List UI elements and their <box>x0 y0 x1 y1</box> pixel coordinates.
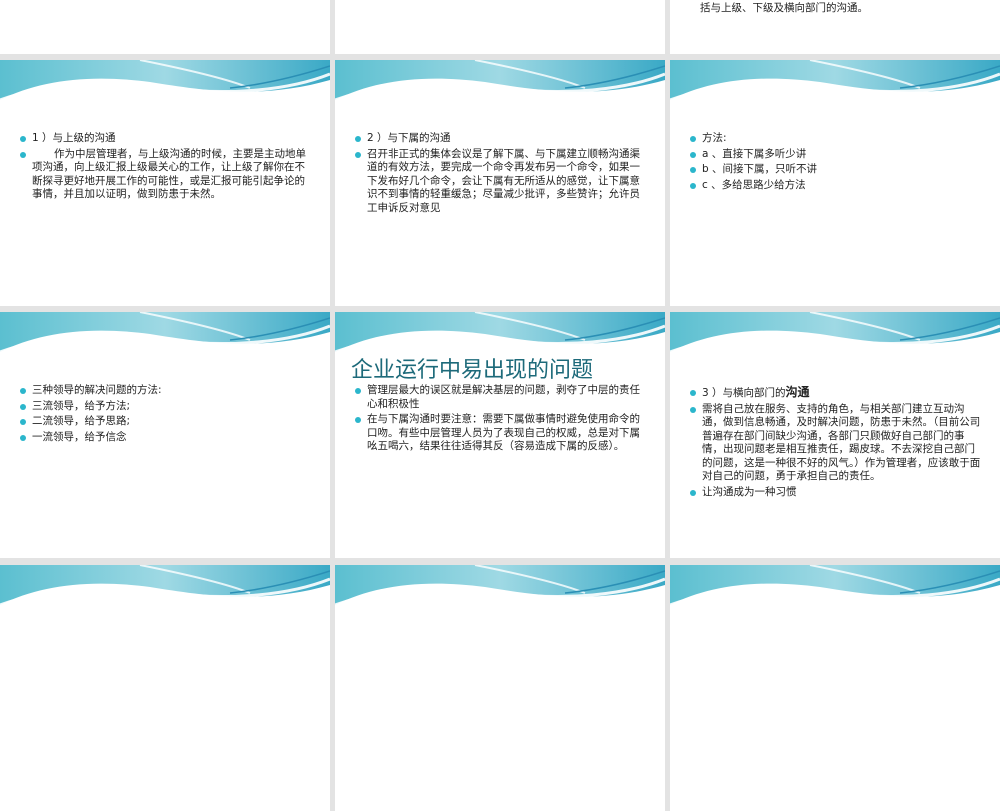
slide-thumbnail-9[interactable]: 3 ）与横向部门的沟通 需将自己放在服务、支持的角色，与相关部门建立互动沟通，做… <box>670 312 1000 558</box>
bullet: 3 ）与横向部门的沟通 <box>690 385 982 401</box>
bullet: c 、多给思路少给方法 <box>690 179 982 193</box>
bullet: 管理层最大的误区就是解决基层的问题，剥夺了中层的责任心和积极性 <box>355 384 647 411</box>
bullet: b 、间接下属，只听不讲 <box>690 163 982 177</box>
wave-decoration <box>0 312 330 372</box>
bullet-bold-text: 沟通 <box>785 385 810 399</box>
bullet: 三流领导，给予方法; <box>20 400 312 414</box>
slide-thumbnail-3[interactable]: 括与上级、下级及横向部门的沟通。 <box>670 0 1000 54</box>
wave-decoration <box>335 565 665 625</box>
bullet: 二流领导，给予思路; <box>20 415 312 429</box>
slide-thumbnail-1[interactable] <box>0 0 330 54</box>
slide-thumbnail-4[interactable]: 1 ）与上级的沟通 作为中层管理者，与上级沟通的时候，主要是主动地单项沟通，向上… <box>0 60 330 306</box>
slide-thumbnail-7[interactable]: 三种领导的解决问题的方法: 三流领导，给予方法; 二流领导，给予思路; 一流领导… <box>0 312 330 558</box>
slide-thumbnail-5[interactable]: 2 ）与下属的沟通 召开非正式的集体会议是了解下属、与下属建立顺畅沟通渠道的有效… <box>335 60 665 306</box>
bullet: 作为中层管理者，与上级沟通的时候，主要是主动地单项沟通，向上级汇报上级最关心的工… <box>20 148 312 202</box>
bullet: 一流领导，给予信念 <box>20 431 312 445</box>
wave-decoration <box>670 312 1000 372</box>
wave-decoration <box>670 60 1000 120</box>
bullet: 1 ）与上级的沟通 <box>20 132 312 146</box>
slide-thumbnail-12[interactable] <box>670 565 1000 811</box>
slide-title: 企业运行中易出现的问题 <box>351 358 594 383</box>
bullet-text: 作为中层管理者，与上级沟通的时候，主要是主动地单项沟通，向上级汇报上级最关心的工… <box>32 147 306 201</box>
slide-text: 括与上级、下级及横向部门的沟通。 <box>700 2 868 14</box>
slide-thumbnail-2[interactable] <box>335 0 665 54</box>
slide-thumbnail-6[interactable]: 方法: a 、直接下属多听少讲 b 、间接下属，只听不讲 c 、多给思路少给方法 <box>670 60 1000 306</box>
wave-decoration <box>670 565 1000 625</box>
wave-decoration <box>335 60 665 120</box>
bullet: 三种领导的解决问题的方法: <box>20 384 312 398</box>
slide-thumbnail-8[interactable]: 企业运行中易出现的问题 管理层最大的误区就是解决基层的问题，剥夺了中层的责任心和… <box>335 312 665 558</box>
bullet-text: 3 ）与横向部门的 <box>702 387 786 399</box>
bullet: a 、直接下属多听少讲 <box>690 148 982 162</box>
bullet: 方法: <box>690 132 982 146</box>
bullet: 需将自己放在服务、支持的角色，与相关部门建立互动沟通，做到信息畅通，及时解决问题… <box>690 403 982 484</box>
wave-decoration <box>0 60 330 120</box>
slide-thumbnail-11[interactable] <box>335 565 665 811</box>
bullet: 在与下属沟通时要注意：需要下属做事情时避免使用命令的口吻。有些中层管理人员为了表… <box>355 413 647 454</box>
bullet: 让沟通成为一种习惯 <box>690 486 982 500</box>
wave-decoration <box>0 565 330 625</box>
bullet: 2 ）与下属的沟通 <box>355 132 647 146</box>
bullet: 召开非正式的集体会议是了解下属、与下属建立顺畅沟通渠道的有效方法，要完成一个命令… <box>355 148 647 216</box>
slide-thumbnail-10[interactable] <box>0 565 330 811</box>
